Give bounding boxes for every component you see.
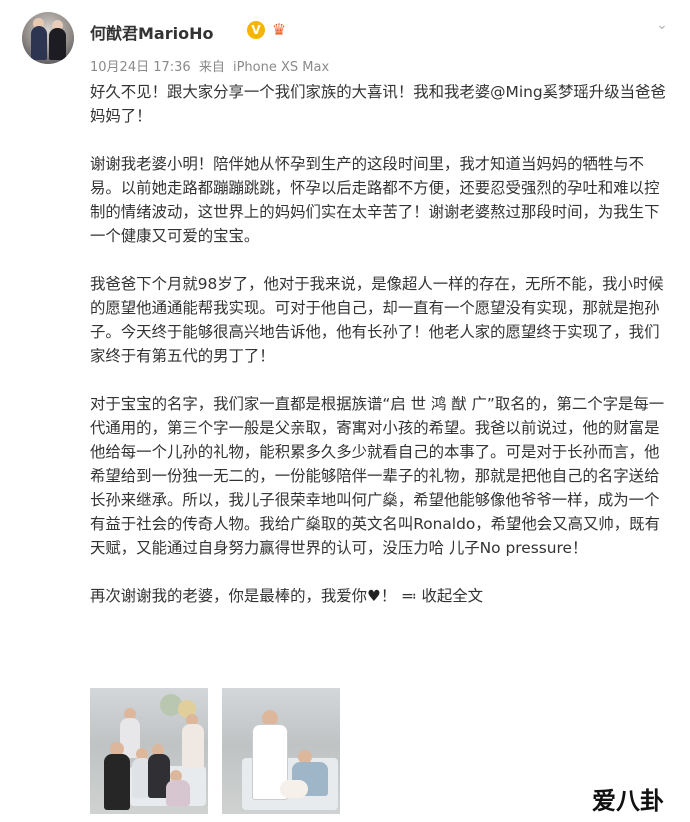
member-crown-icon[interactable]: ♛ bbox=[270, 21, 288, 39]
source-prefix: 来自 bbox=[198, 60, 225, 75]
post-closing-line: 再次谢谢我的老婆，你是最棒的，我爱你♥！ ≕ 收起全文 bbox=[90, 584, 672, 608]
username-link[interactable]: 何猷君MarioHo bbox=[90, 20, 213, 44]
watermark-logo: 爱八卦 bbox=[592, 786, 664, 815]
post-timestamp[interactable]: 10月24日 17:36 bbox=[90, 60, 191, 75]
family-photo-hospital-group[interactable] bbox=[90, 688, 208, 814]
post-paragraph: 我爸爸下个月就98岁了，他对于我来说，是像超人一样的存在，无所不能，我小时候的愿… bbox=[90, 275, 664, 365]
collapse-up-icon: ≕ bbox=[401, 587, 417, 605]
closing-text: 再次谢谢我的老婆，你是最棒的，我爱你 bbox=[90, 587, 368, 605]
chevron-down-icon[interactable]: ⌄ bbox=[651, 14, 673, 36]
photo-grid bbox=[90, 688, 340, 814]
post-paragraph: 对于宝宝的名字，我们家一直都是根据族谱“启 世 鸿 猷 广”取名的，第二个字是每… bbox=[90, 395, 665, 557]
weibo-post: 何猷君MarioHo V ♛ ⌄ 10月24日 17:36 来自 iPhone … bbox=[0, 0, 690, 822]
collapse-label: 收起全文 bbox=[421, 587, 484, 605]
avatar[interactable] bbox=[22, 12, 74, 64]
post-body: 好久不见！跟大家分享一个我们家族的大喜讯！我和我老婆@Ming奚梦瑶升级当爸爸妈… bbox=[90, 80, 672, 608]
post-meta: 10月24日 17:36 来自 iPhone XS Max bbox=[90, 56, 333, 75]
verified-v-icon: V bbox=[247, 21, 265, 39]
closing-punct: ！ bbox=[380, 587, 397, 605]
avatar-person-body bbox=[31, 26, 47, 60]
post-source: iPhone XS Max bbox=[232, 60, 330, 75]
heart-icon: ♥ bbox=[367, 587, 381, 605]
avatar-person-body bbox=[49, 28, 66, 60]
post-paragraph: 好久不见！跟大家分享一个我们家族的大喜讯！我和我老婆@Ming奚梦瑶升级当爸爸妈… bbox=[90, 83, 666, 125]
collapse-button[interactable]: ≕ 收起全文 bbox=[401, 587, 483, 605]
post-paragraph: 谢谢我老婆小明！陪伴她从怀孕到生产的这段时间里，我才知道当妈妈的牺牲与不易。以前… bbox=[90, 155, 660, 245]
family-photo-mother-baby[interactable] bbox=[222, 688, 340, 814]
